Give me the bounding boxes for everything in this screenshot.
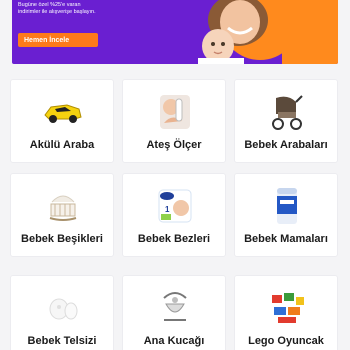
category-card[interactable]: Ana Kucağı	[122, 275, 226, 350]
page: Bugüne özel %25'e varan indirimler ile a…	[0, 0, 350, 350]
category-card[interactable]: Lego Oyuncak	[234, 275, 338, 350]
category-card[interactable]: Bebek Arabaları	[234, 79, 338, 163]
category-label: Bebek Arabaları	[244, 139, 328, 151]
category-card[interactable]: Akülü Araba	[10, 79, 114, 163]
category-card[interactable]: Bebek Mamaları	[234, 173, 338, 257]
category-card[interactable]: Bebek Telsizi	[10, 275, 114, 350]
category-label: Akülü Araba	[29, 139, 95, 151]
svg-text:1: 1	[165, 205, 170, 214]
banner-line-2: indirimler ile alışverişe başlayın.	[18, 9, 96, 15]
diaper-pack-icon: 1	[149, 180, 201, 232]
shop-now-button[interactable]: Hemen İncele	[18, 33, 98, 47]
bouncer-icon	[149, 282, 201, 334]
baby-monitor-icon	[37, 282, 89, 334]
thermometer-icon	[149, 86, 201, 138]
category-label: Lego Oyuncak	[248, 335, 324, 347]
mother-baby-photo	[158, 0, 282, 64]
category-label: Ana Kucağı	[143, 335, 205, 347]
category-label: Bebek Bezleri	[137, 233, 211, 245]
crib-icon	[37, 180, 89, 232]
toy-car-icon	[37, 86, 89, 138]
lego-blocks-icon	[261, 282, 313, 334]
category-card[interactable]: Ateş Ölçer	[122, 79, 226, 163]
category-label: Bebek Mamaları	[244, 233, 328, 245]
formula-can-icon	[261, 180, 313, 232]
category-card[interactable]: Bebek Beşikleri	[10, 173, 114, 257]
promo-banner[interactable]: Bugüne özel %25'e varan indirimler ile a…	[12, 0, 338, 64]
category-label: Bebek Beşikleri	[21, 233, 103, 245]
stroller-icon	[261, 86, 313, 138]
banner-text: Bugüne özel %25'e varan indirimler ile a…	[18, 2, 148, 16]
category-label: Bebek Telsizi	[27, 335, 97, 347]
category-label: Ateş Ölçer	[146, 139, 202, 151]
banner-line-1: Bugüne özel %25'e varan	[18, 2, 81, 8]
category-card[interactable]: 1 Bebek Bezleri	[122, 173, 226, 257]
